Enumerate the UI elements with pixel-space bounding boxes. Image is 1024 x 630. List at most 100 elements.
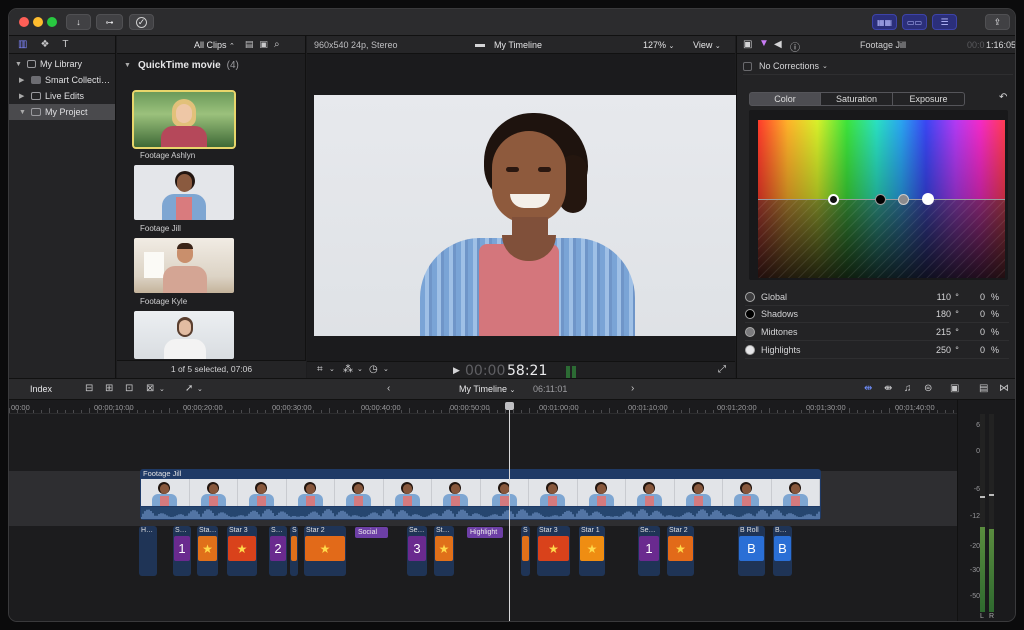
chevron-down-icon[interactable]: ⌄	[383, 365, 389, 373]
browser-section-header[interactable]: ▼ QuickTime movie (4)	[124, 60, 239, 71]
percent-value[interactable]: 0	[963, 345, 985, 355]
share-button[interactable]: ⇪	[985, 14, 1010, 30]
overwrite-clip-icon[interactable]: ⊠	[146, 383, 154, 394]
percent-value[interactable]: 0	[963, 327, 985, 337]
timeline-ruler[interactable]: 00:00 00:00:10:00 00:00:20:00 00:00:30:00 00…	[9, 400, 957, 414]
reset-icon[interactable]: ↶	[999, 92, 1007, 103]
percent-value[interactable]: 0	[963, 292, 985, 302]
append-clip-icon[interactable]: ⊡	[125, 383, 133, 394]
zoom-menu[interactable]: 127% ⌄	[643, 40, 674, 50]
close-window-button[interactable]	[19, 17, 29, 27]
show-timeline-button[interactable]: ▭▭	[902, 14, 927, 30]
angle-value[interactable]: 250	[921, 345, 951, 355]
chevron-down-icon[interactable]: ⌄	[357, 365, 363, 373]
back-arrow-icon[interactable]: ‹	[387, 383, 390, 394]
info-icon[interactable]: ⓘ	[790, 39, 800, 54]
control-row-highlights[interactable]: Highlights 250 ° 0 %	[745, 342, 1009, 359]
connected-clip[interactable]: Se… 3	[407, 526, 427, 576]
connected-clip[interactable]: Star 3 ★	[537, 526, 570, 576]
search-icon[interactable]: ⌕	[274, 39, 280, 50]
video-frame[interactable]	[314, 95, 741, 336]
show-inspector-button[interactable]: ☰	[932, 14, 957, 30]
disclosure-closed-icon[interactable]: ▶	[19, 92, 27, 100]
connected-clip[interactable]: Star 1 ★	[579, 526, 605, 576]
audio-inspector-icon[interactable]: ◀	[774, 39, 782, 50]
connected-clip[interactable]: B… B	[773, 526, 792, 576]
select-tool-icon[interactable]: ➚	[185, 383, 193, 394]
transitions-browser-icon[interactable]: ⋈	[999, 383, 1009, 394]
control-row-global[interactable]: Global 110 ° 0 %	[745, 289, 1009, 306]
audio-skimming-icon[interactable]: ⇼	[884, 383, 892, 394]
connected-clip[interactable]: S… 1	[173, 526, 191, 576]
transform-icon[interactable]: ⌗	[317, 364, 323, 375]
solo-icon[interactable]: ⊜	[924, 383, 932, 394]
forward-arrow-icon[interactable]: ›	[631, 383, 634, 394]
chevron-down-icon[interactable]: ⌄	[159, 385, 165, 393]
primary-clip[interactable]: Footage Jill	[140, 469, 821, 520]
import-button[interactable]: ↓	[66, 14, 91, 30]
clip-thumbnail-ashlyn[interactable]	[132, 90, 236, 149]
disclosure-open-icon[interactable]: ▼	[124, 62, 132, 69]
shadows-puck[interactable]	[875, 194, 886, 205]
checkbox[interactable]	[743, 61, 752, 71]
connected-clip[interactable]: S	[521, 526, 530, 576]
playhead-handle[interactable]	[505, 402, 514, 410]
clip-thumbnail-4[interactable]	[134, 311, 234, 359]
sidebar-item-my-project[interactable]: ▼ My Project	[9, 104, 115, 120]
control-row-midtones[interactable]: Midtones 215 ° 0 %	[745, 324, 1009, 341]
play-icon[interactable]: ▶	[453, 365, 460, 376]
background-tasks-button[interactable]: ✓	[129, 14, 154, 30]
connected-clip[interactable]: St… ★	[434, 526, 454, 576]
view-menu[interactable]: View ⌄	[693, 40, 721, 50]
percent-value[interactable]: 0	[963, 309, 985, 319]
sidebar-item-live-edits[interactable]: ▶ Live Edits	[9, 88, 115, 104]
connected-clip[interactable]: B Roll B	[738, 526, 765, 576]
disclosure-closed-icon[interactable]: ▶	[19, 76, 27, 84]
libraries-icon[interactable]: ▥	[18, 39, 27, 50]
tab-saturation[interactable]: Saturation	[821, 92, 893, 106]
connected-clip[interactable]: Star 2 ★	[667, 526, 694, 576]
chevron-down-icon[interactable]: ⌄	[197, 385, 203, 393]
headphones-icon[interactable]: ♫	[904, 383, 912, 394]
sidebar-item-my-library[interactable]: ▼ My Library	[9, 56, 115, 72]
filmstrip-icon[interactable]: ▣	[259, 39, 268, 50]
insert-clip-icon[interactable]: ⊞	[105, 383, 113, 394]
title-clip-highlight[interactable]: Highlight	[467, 527, 503, 538]
disclosure-open-icon[interactable]: ▼	[19, 109, 27, 116]
title-clip-social[interactable]: Social	[355, 527, 388, 538]
angle-value[interactable]: 180	[921, 309, 951, 319]
titles-icon[interactable]: T	[62, 39, 68, 50]
connected-clip[interactable]: Sta… ★	[197, 526, 218, 576]
tab-exposure[interactable]: Exposure	[893, 92, 965, 106]
skimming-icon[interactable]: ⇹	[864, 383, 872, 394]
playhead[interactable]	[509, 402, 510, 621]
clip-filter-menu[interactable]: All Clips ⌃	[194, 40, 235, 50]
disclosure-open-icon[interactable]: ▼	[15, 61, 23, 68]
connected-clip[interactable]: Star 3 ★	[227, 526, 257, 576]
highlights-puck[interactable]	[922, 193, 934, 205]
timecode[interactable]: 58:21	[507, 363, 547, 379]
color-board[interactable]	[758, 120, 1005, 278]
corrections-menu[interactable]: No Corrections ⌄	[743, 58, 1013, 75]
connected-clip[interactable]: H…	[139, 526, 157, 576]
video-inspector-icon[interactable]: ▣	[743, 39, 752, 50]
enhance-wand-icon[interactable]: ⁂	[343, 364, 353, 375]
timeline-title-menu[interactable]: My Timeline ⌄	[459, 384, 515, 394]
index-button[interactable]: Index	[30, 384, 52, 394]
sidebar-item-smart-collections[interactable]: ▶ Smart Collecti…	[9, 72, 115, 88]
show-browser-button[interactable]: ▦▦	[872, 14, 897, 30]
connected-clip[interactable]: Se… 1	[638, 526, 660, 576]
angle-value[interactable]: 215	[921, 327, 951, 337]
connected-clip[interactable]: S… 2	[269, 526, 287, 576]
chevron-down-icon[interactable]: ⌄	[329, 365, 335, 373]
tab-color[interactable]: Color	[749, 92, 821, 106]
clip-appearance-icon[interactable]: ▤	[245, 39, 254, 50]
effects-browser-icon[interactable]: ▤	[979, 383, 988, 394]
global-puck[interactable]	[828, 194, 839, 205]
minimize-window-button[interactable]	[33, 17, 43, 27]
connect-clip-icon[interactable]: ⊟	[85, 383, 93, 394]
keywords-button[interactable]: ⊶	[96, 14, 123, 30]
fullscreen-icon[interactable]: ⤢	[718, 364, 726, 375]
midtones-puck[interactable]	[898, 194, 909, 205]
color-inspector-icon[interactable]: ▼	[759, 38, 769, 49]
